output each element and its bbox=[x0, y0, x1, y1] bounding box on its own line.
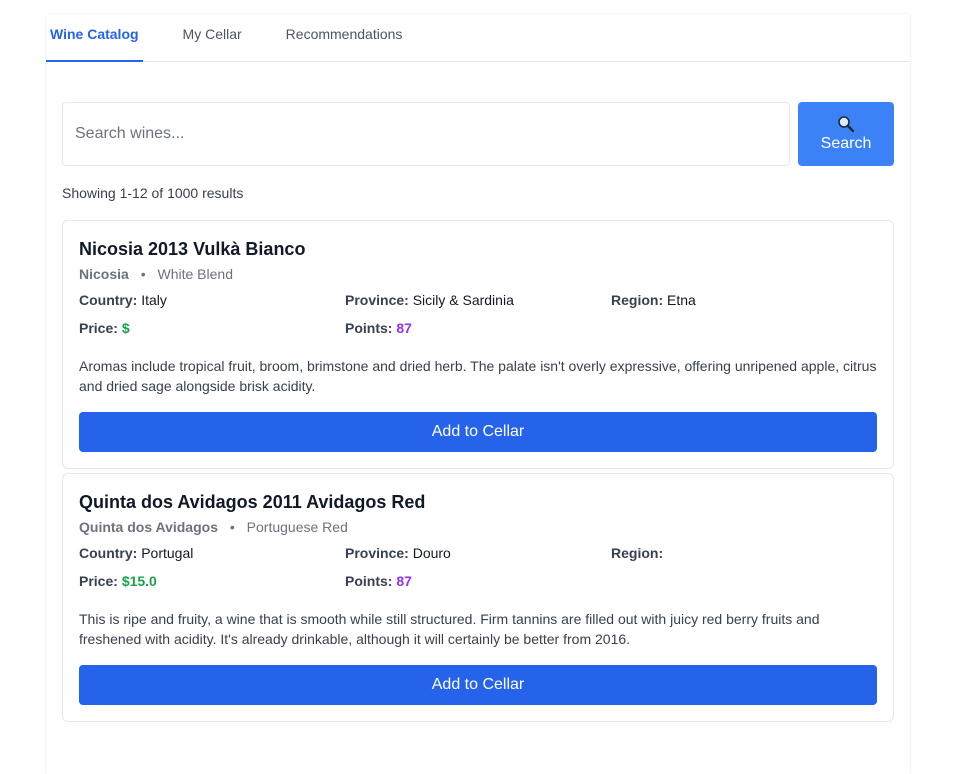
region-value: Etna bbox=[667, 292, 696, 308]
province-field: Province: Sicily & Sardinia bbox=[345, 292, 611, 308]
catalog-panel: Search Showing 1-12 of 1000 results Nico… bbox=[46, 62, 910, 722]
province-label: Province: bbox=[345, 545, 409, 561]
region-field: Region: bbox=[611, 545, 877, 561]
province-value: Douro bbox=[412, 545, 451, 561]
country-label: Country: bbox=[79, 545, 138, 561]
add-to-cellar-button[interactable]: Add to Cellar bbox=[79, 665, 877, 705]
price-value: $15.0 bbox=[121, 573, 157, 589]
points-field: Points: 87 bbox=[345, 320, 611, 336]
app-container: Wine Catalog My Cellar Recommendations S… bbox=[46, 14, 910, 774]
price-field: Price: $ bbox=[79, 320, 345, 336]
country-field: Country: Portugal bbox=[79, 545, 345, 561]
search-row: Search bbox=[62, 102, 894, 166]
price-value: $ bbox=[121, 320, 130, 336]
tab-my-cellar[interactable]: My Cellar bbox=[179, 14, 246, 61]
magnifier-icon bbox=[837, 115, 855, 133]
province-label: Province: bbox=[345, 292, 409, 308]
search-input[interactable] bbox=[62, 102, 790, 166]
tab-bar: Wine Catalog My Cellar Recommendations bbox=[46, 14, 910, 62]
country-field: Country: Italy bbox=[79, 292, 345, 308]
region-field: Region: Etna bbox=[611, 292, 877, 308]
country-value: Portugal bbox=[141, 545, 194, 561]
winery-name: Quinta dos Avidagos bbox=[79, 519, 218, 535]
wine-subtitle: Quinta dos Avidagos • Portuguese Red bbox=[79, 519, 877, 535]
wine-subtitle: Nicosia • White Blend bbox=[79, 266, 877, 282]
price-label: Price: bbox=[79, 320, 118, 336]
search-button[interactable]: Search bbox=[798, 102, 894, 166]
wine-title: Nicosia 2013 Vulkà Bianco bbox=[79, 239, 306, 259]
separator-dot: • bbox=[140, 266, 146, 282]
wine-card: Quinta dos Avidagos 2011 Avidagos Red Qu… bbox=[62, 473, 894, 722]
add-to-cellar-button[interactable]: Add to Cellar bbox=[79, 412, 877, 452]
region-label: Region: bbox=[611, 545, 664, 561]
tab-wine-catalog[interactable]: Wine Catalog bbox=[46, 14, 143, 62]
wine-variety: Portuguese Red bbox=[246, 519, 348, 535]
wine-card: Nicosia 2013 Vulkà Bianco Nicosia • Whit… bbox=[62, 220, 894, 469]
wine-details: Country: Italy Province: Sicily & Sardin… bbox=[79, 292, 877, 336]
separator-dot: • bbox=[229, 519, 235, 535]
tab-recommendations[interactable]: Recommendations bbox=[282, 14, 407, 61]
results-count: Showing 1-12 of 1000 results bbox=[62, 185, 244, 201]
price-field: Price: $15.0 bbox=[79, 573, 345, 589]
points-value: 87 bbox=[396, 573, 412, 589]
wine-variety: White Blend bbox=[157, 266, 233, 282]
points-value: 87 bbox=[396, 320, 412, 336]
price-label: Price: bbox=[79, 573, 118, 589]
points-label: Points: bbox=[345, 320, 393, 336]
province-value: Sicily & Sardinia bbox=[412, 292, 514, 308]
search-button-label: Search bbox=[820, 135, 872, 152]
wine-title: Quinta dos Avidagos 2011 Avidagos Red bbox=[79, 492, 426, 512]
wine-description: This is ripe and fruity, a wine that is … bbox=[79, 611, 820, 647]
points-field: Points: 87 bbox=[345, 573, 611, 589]
region-label: Region: bbox=[611, 292, 664, 308]
wine-details: Country: Portugal Province: Douro Region… bbox=[79, 545, 877, 589]
wine-description: Aromas include tropical fruit, broom, br… bbox=[79, 358, 877, 394]
province-field: Province: Douro bbox=[345, 545, 611, 561]
points-label: Points: bbox=[345, 573, 393, 589]
country-value: Italy bbox=[141, 292, 167, 308]
winery-name: Nicosia bbox=[79, 266, 129, 282]
country-label: Country: bbox=[79, 292, 138, 308]
